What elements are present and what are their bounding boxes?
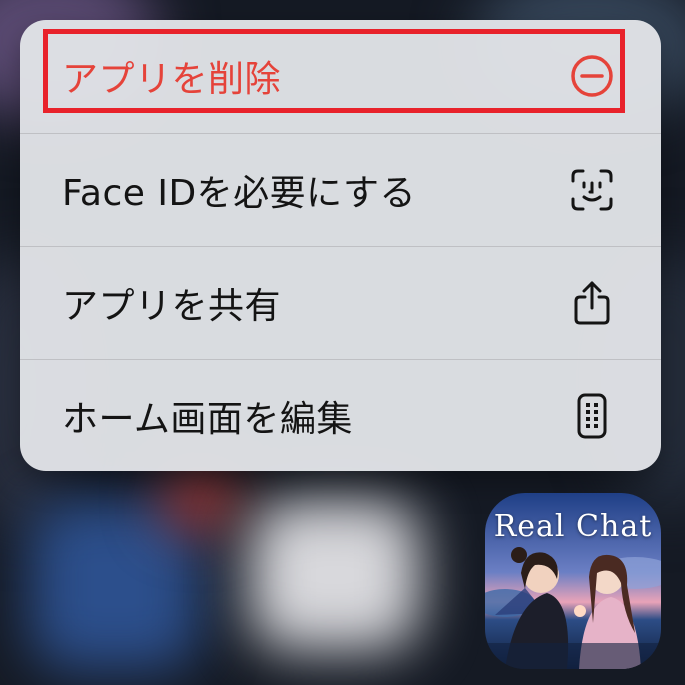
blurred-app-icon bbox=[250, 500, 420, 650]
menu-item-label: アプリを共有 bbox=[62, 285, 282, 327]
share-icon bbox=[569, 280, 615, 326]
menu-item-require-face-id[interactable]: Face IDを必要にする bbox=[20, 133, 661, 245]
menu-item-edit-home-screen[interactable]: ホーム画面を編集 bbox=[20, 359, 661, 471]
real-chat-app-icon[interactable]: Real Chat bbox=[485, 493, 661, 669]
blurred-app-icon bbox=[30, 500, 200, 670]
blurred-app-icon bbox=[160, 470, 240, 530]
app-context-menu: アプリを削除 Face IDを必要にする アプリを共有 ホーム画面を編集 bbox=[20, 20, 661, 471]
menu-item-label: Face IDを必要にする bbox=[62, 172, 417, 214]
menu-item-label: アプリを削除 bbox=[62, 59, 282, 100]
phone-grid-icon bbox=[569, 393, 615, 439]
app-icon-title: Real Chat bbox=[493, 509, 653, 544]
home-screen: アプリを削除 Face IDを必要にする アプリを共有 ホーム画面を編集 Rea… bbox=[0, 0, 685, 685]
menu-item-delete-app[interactable]: アプリを削除 bbox=[20, 20, 661, 132]
menu-item-share-app[interactable]: アプリを共有 bbox=[20, 246, 661, 358]
minus-circle-icon bbox=[569, 53, 615, 99]
face-id-icon bbox=[569, 167, 615, 213]
menu-item-label: ホーム画面を編集 bbox=[62, 398, 353, 440]
